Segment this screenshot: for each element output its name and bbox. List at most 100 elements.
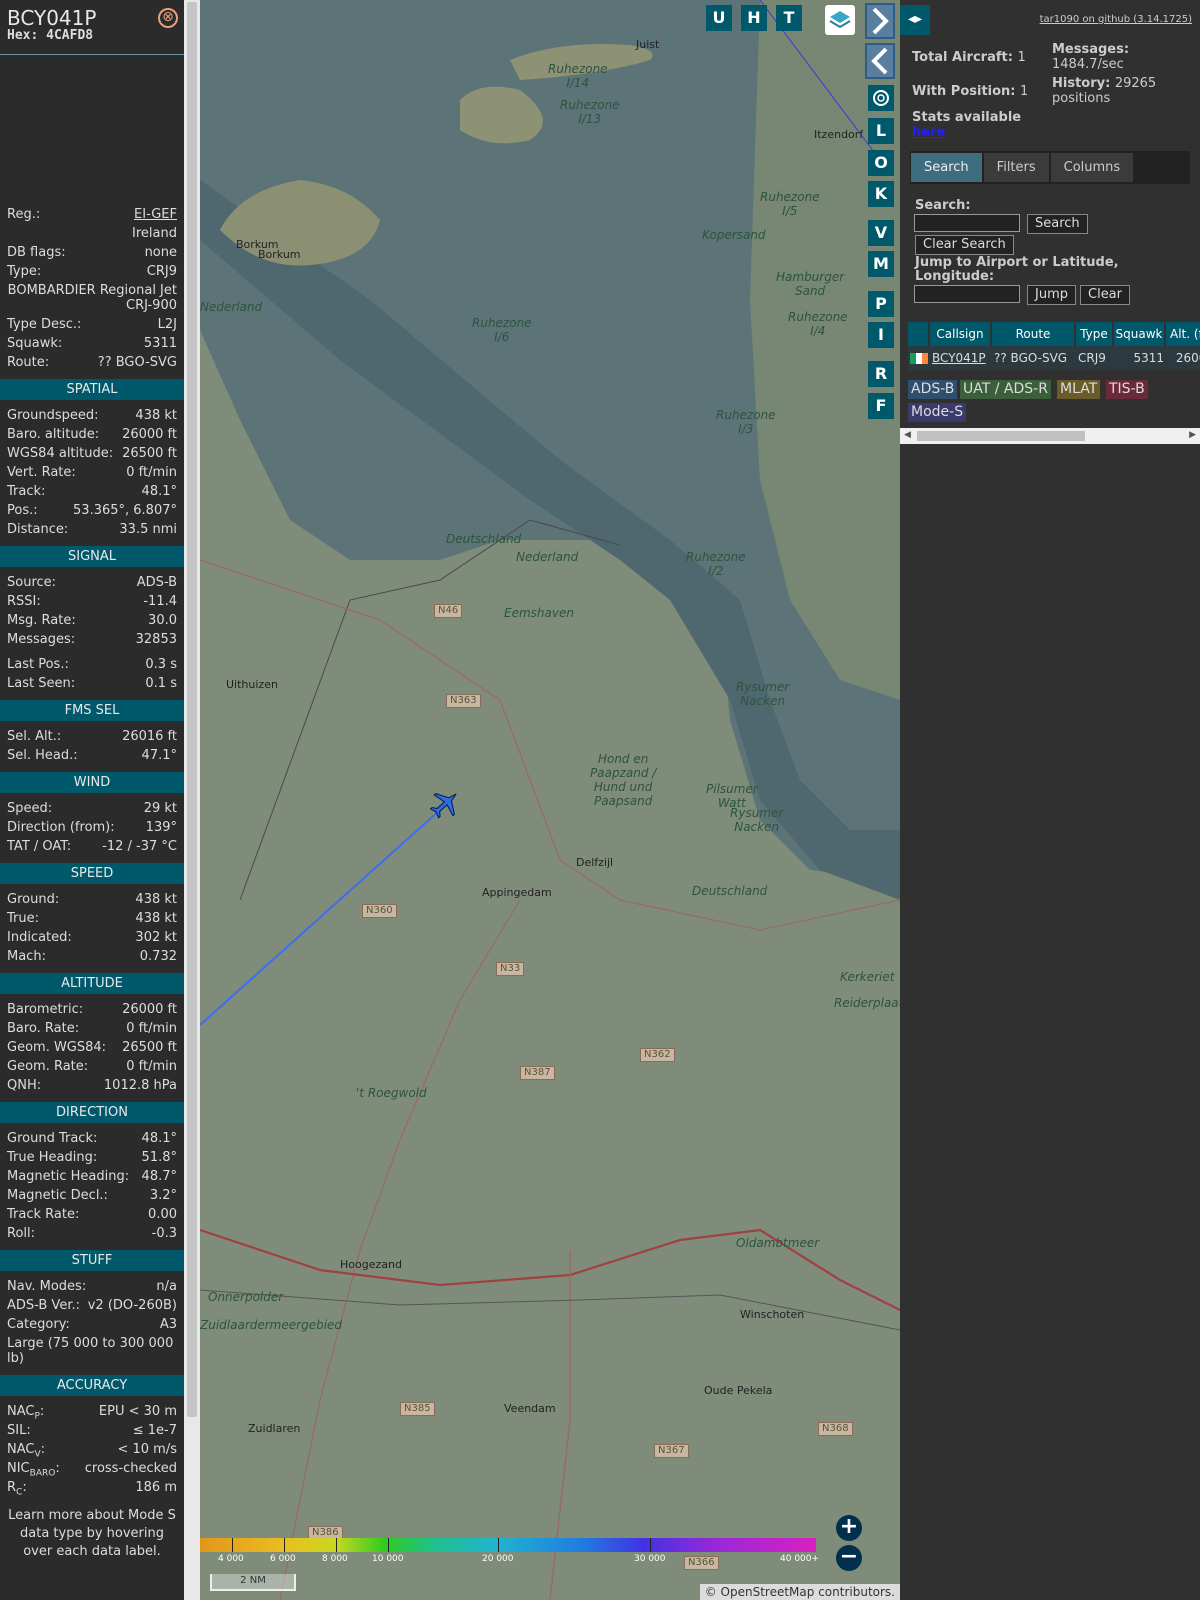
detail-label-sub: BARO — [29, 1468, 56, 1479]
selected-hex: Hex: 4CAFD8 — [7, 28, 177, 43]
messages-label: Messages: — [1052, 42, 1130, 57]
detail-label: Route: — [7, 355, 50, 370]
col-squawk[interactable]: Squawk — [1114, 322, 1166, 346]
search-button[interactable]: Search — [1027, 214, 1088, 234]
tab-search[interactable]: Search — [911, 153, 982, 182]
map-place-label: Ruhezone I/14 — [548, 62, 608, 90]
colorbar-tick — [232, 1538, 233, 1552]
zoom-in-button[interactable]: + — [836, 1515, 862, 1541]
map-attribution: © OpenStreetMap contributors. — [699, 1584, 900, 1600]
map-button-h[interactable]: H — [741, 5, 767, 31]
layers-icon[interactable] — [825, 5, 855, 35]
next-arrow-icon[interactable] — [865, 3, 895, 39]
col-callsign[interactable]: Callsign — [930, 322, 992, 346]
map-button-o[interactable]: O — [868, 150, 894, 176]
map-button-k[interactable]: K — [868, 181, 894, 207]
map-place-label: Ruhezone I/13 — [560, 98, 620, 126]
row-type: CRJ9 — [1078, 351, 1106, 365]
info-scroll-thumb[interactable] — [187, 2, 197, 1417]
map-place-label: Oude Pekela — [704, 1384, 773, 1397]
clear-search-button[interactable]: Clear Search — [915, 235, 1014, 255]
search-input[interactable] — [914, 214, 1020, 232]
legend-tisb: TIS-B — [1106, 380, 1148, 399]
detail-label: NICBARO: — [7, 1461, 60, 1479]
attribution-copyright: © — [704, 1585, 717, 1599]
chevron-left-icon — [871, 47, 888, 75]
colorbar-tick — [388, 1538, 389, 1552]
detail-label: Direction (from): — [7, 820, 115, 835]
map-button-u[interactable]: U — [706, 5, 732, 31]
tab-columns[interactable]: Columns — [1050, 153, 1134, 182]
info-row: RC: 186 m — [0, 1478, 184, 1498]
detail-label: Magnetic Decl.: — [7, 1188, 108, 1203]
detail-value: 438 kt — [135, 408, 177, 423]
settings-gear-icon[interactable] — [868, 85, 894, 111]
clear-button[interactable]: Clear — [1080, 285, 1130, 305]
info-row: ADS-B Ver.: v2 (DO-260B) — [0, 1296, 184, 1315]
col-route[interactable]: Route — [992, 322, 1076, 346]
map-button-f[interactable]: F — [868, 393, 894, 419]
detail-value: 0 ft/min — [126, 1021, 177, 1036]
detail-label: Source: — [7, 575, 57, 590]
detail-value: < 10 m/s — [117, 1442, 177, 1457]
aircraft-marker-icon[interactable] — [428, 787, 462, 821]
col-type[interactable]: Type — [1076, 322, 1114, 346]
map-place-label: Rysumer Nacken — [730, 806, 784, 834]
map-button-m[interactable]: M — [868, 251, 894, 277]
detail-value: 5311 — [143, 336, 177, 351]
table-hscrollbar[interactable]: ◀ ▶ — [900, 428, 1200, 444]
info-row: Baro. Rate: 0 ft/min — [0, 1019, 184, 1038]
info-row: Magnetic Heading: 48.7° — [0, 1167, 184, 1186]
osm-link[interactable]: OpenStreetMap — [721, 1585, 815, 1599]
scroll-left-icon[interactable]: ◀ — [904, 430, 911, 440]
road-shield: N46 — [434, 604, 463, 618]
map-button-l[interactable]: L — [868, 118, 894, 144]
colorbar-label: 10 000 — [372, 1554, 404, 1564]
scroll-right-icon[interactable]: ▶ — [1189, 430, 1196, 440]
sidebar-toggle-icon[interactable]: ◂▸ — [900, 5, 930, 35]
map-button-i[interactable]: I — [868, 322, 894, 348]
col-altitude[interactable]: Alt. (ft) — [1166, 322, 1200, 346]
detail-label: Baro. altitude: — [7, 427, 100, 442]
tab-filters[interactable]: Filters — [983, 153, 1049, 182]
history-label: History: — [1052, 76, 1111, 91]
info-row: Source: ADS-B — [0, 573, 184, 592]
row-callsign[interactable]: BCY041P — [930, 346, 992, 370]
info-row: Roll: -0.3 — [0, 1224, 184, 1243]
detail-label: Ground Track: — [7, 1131, 98, 1146]
info-row: Last Pos.: 0.3 s — [0, 655, 184, 674]
info-scrollbar[interactable] — [184, 0, 200, 1600]
map-button-t[interactable]: T — [776, 5, 802, 31]
map-button-p[interactable]: P — [868, 291, 894, 317]
with-position-label: With Position: — [912, 84, 1016, 99]
detail-value: 186 m — [135, 1480, 177, 1495]
detail-value: 0 ft/min — [126, 1059, 177, 1074]
github-link[interactable]: tar1090 on github (3.14.1725) — [1040, 14, 1192, 25]
hex-value: 4CAFD8 — [46, 28, 94, 43]
zoom-out-button[interactable]: − — [836, 1545, 862, 1571]
colorbar-label: 20 000 — [482, 1554, 514, 1564]
jump-button[interactable]: Jump — [1027, 285, 1076, 305]
detail-row: Reg.: EI-GEF — [0, 205, 184, 224]
col-flag[interactable] — [908, 322, 930, 346]
map-place-label: Juist — [636, 38, 660, 51]
with-position-value: 1 — [1020, 84, 1029, 99]
map[interactable]: Juist Borkum Borkum Uithuizen Eemshaven Delfz… — [200, 0, 900, 1600]
table-row[interactable]: BCY041P ?? BGO-SVG CRJ9 5311 26000 — [908, 346, 1200, 370]
detail-value[interactable]: EI-GEF — [134, 205, 177, 224]
table-scroll-thumb[interactable] — [917, 431, 1085, 441]
detail-value: -11.4 — [143, 594, 177, 609]
detail-row: Ireland — [0, 224, 184, 243]
detail-value: -12 / -37 °C — [102, 839, 177, 854]
close-icon[interactable]: ⊗ — [158, 8, 178, 28]
map-button-v[interactable]: V — [868, 220, 894, 246]
stats-link[interactable]: here — [912, 125, 1021, 140]
prev-arrow-icon[interactable] — [865, 43, 895, 79]
detail-value: 438 kt — [135, 911, 177, 926]
detail-row: DB flags: none — [0, 243, 184, 262]
info-row: Ground Track: 48.1° — [0, 1129, 184, 1148]
detail-label-sub: C — [16, 1487, 23, 1498]
jump-input[interactable] — [914, 285, 1020, 303]
detail-label: Barometric: — [7, 1002, 84, 1017]
map-button-r[interactable]: R — [868, 361, 894, 387]
